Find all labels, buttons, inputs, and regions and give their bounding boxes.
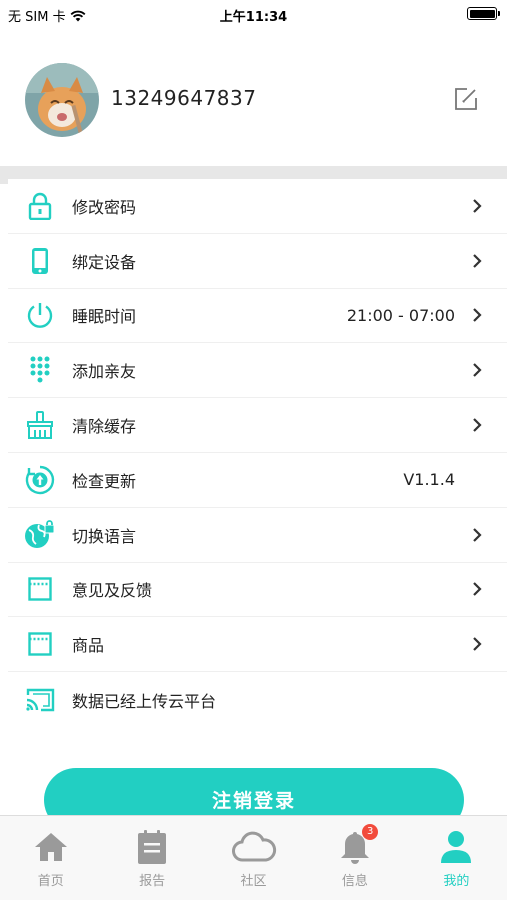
cast-icon xyxy=(26,688,55,711)
chevron-right-icon xyxy=(473,199,482,213)
chevron-right-icon xyxy=(473,308,482,323)
avatar[interactable] xyxy=(25,63,99,137)
settings-item-clear-cache[interactable]: 清除缓存 xyxy=(8,398,507,453)
chevron-right-icon xyxy=(473,418,482,432)
settings-item-label: 修改密码 xyxy=(72,197,137,217)
person-icon xyxy=(441,831,472,863)
settings-list: 修改密码 绑定设备 睡眠时间 21:00 - 07:00 添加亲友 清除缓存 检… xyxy=(8,179,507,727)
edit-icon[interactable] xyxy=(453,86,479,112)
tab-label: 信息 xyxy=(341,874,368,889)
sleep-time-value: 21:00 - 07:00 xyxy=(346,305,455,325)
tab-messages[interactable]: 3 信息 xyxy=(304,816,405,900)
settings-item-label: 商品 xyxy=(72,636,105,656)
tab-bar: 首页 报告 社区 3 信息 我的 xyxy=(0,815,507,900)
tab-label: 我的 xyxy=(443,874,470,889)
tab-label: 首页 xyxy=(37,874,64,889)
settings-item-label: 意见及反馈 xyxy=(72,581,153,601)
settings-item-label: 添加亲友 xyxy=(72,362,137,382)
status-bar: 无 SIM 卡 上午11:34 xyxy=(0,0,507,28)
window-icon xyxy=(28,632,52,656)
dialpad-icon xyxy=(30,356,50,383)
upload-circle-icon xyxy=(25,465,55,495)
clock: 上午11:34 xyxy=(219,10,288,25)
tab-mine[interactable]: 我的 xyxy=(406,816,507,900)
settings-item-products[interactable]: 商品 xyxy=(8,617,507,673)
lock-icon xyxy=(28,192,52,220)
settings-item-cloud-upload[interactable]: 数据已经上传云平台 xyxy=(8,672,507,727)
settings-item-add-friends[interactable]: 添加亲友 xyxy=(8,343,507,399)
chevron-right-icon xyxy=(473,637,482,652)
settings-item-sleep-time[interactable]: 睡眠时间 21:00 - 07:00 xyxy=(8,288,507,344)
home-icon xyxy=(34,833,67,861)
settings-item-check-update[interactable]: 检查更新 V1.1.4 xyxy=(8,452,507,508)
phone-device-icon xyxy=(32,247,48,274)
broom-icon xyxy=(27,411,53,440)
window-icon xyxy=(28,577,52,602)
user-phone-number: 13249647837 xyxy=(111,86,257,110)
report-icon xyxy=(138,830,167,864)
battery-icon xyxy=(467,7,500,20)
tab-report[interactable]: 报告 xyxy=(101,816,202,900)
settings-item-label: 清除缓存 xyxy=(72,417,137,437)
chevron-right-icon xyxy=(473,253,482,268)
settings-item-switch-language[interactable]: 切换语言 xyxy=(8,507,507,563)
profile-header: 13249647837 xyxy=(0,28,507,166)
chevron-right-icon xyxy=(473,527,482,542)
chevron-right-icon xyxy=(473,582,482,597)
settings-item-label: 绑定设备 xyxy=(72,252,137,272)
settings-item-label: 切换语言 xyxy=(72,526,137,546)
settings-item-change-password[interactable]: 修改密码 xyxy=(8,179,507,234)
tab-community[interactable]: 社区 xyxy=(203,816,304,900)
power-icon xyxy=(27,303,53,329)
settings-item-label: 睡眠时间 xyxy=(72,307,137,327)
version-value: V1.1.4 xyxy=(403,470,455,490)
tab-label: 报告 xyxy=(139,874,166,889)
settings-item-label: 数据已经上传云平台 xyxy=(72,691,217,711)
globe-lock-icon xyxy=(25,519,55,548)
tab-home[interactable]: 首页 xyxy=(0,816,101,900)
settings-item-bind-device[interactable]: 绑定设备 xyxy=(8,233,507,289)
chevron-right-icon xyxy=(473,363,482,378)
settings-item-label: 检查更新 xyxy=(72,471,137,491)
notification-badge: 3 xyxy=(362,824,379,840)
cloud-icon xyxy=(231,831,276,862)
settings-item-feedback[interactable]: 意见及反馈 xyxy=(8,562,507,618)
tab-label: 社区 xyxy=(240,874,267,889)
